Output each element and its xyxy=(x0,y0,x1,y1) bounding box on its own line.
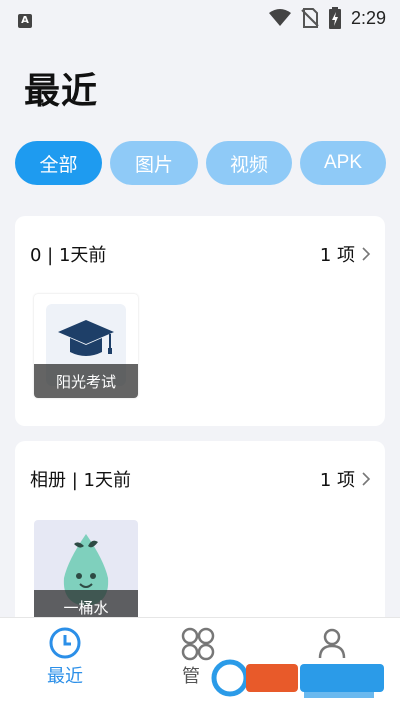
wifi-icon xyxy=(268,9,291,26)
filter-all[interactable]: 全部 xyxy=(15,141,102,185)
battery-charging-icon xyxy=(328,7,341,29)
group-header[interactable]: 相册 | 1天前 1 项 xyxy=(15,441,385,517)
file-name: 阳光考试 xyxy=(34,364,138,398)
a-notification-icon: A xyxy=(18,14,32,28)
clock-time: 2:29 xyxy=(350,7,386,28)
clock-icon xyxy=(49,627,81,659)
chevron-right-icon xyxy=(362,472,371,486)
group-count[interactable]: 1 项 xyxy=(320,466,371,492)
group-title: 0 | 1天前 xyxy=(30,245,107,266)
file-thumbnail[interactable]: 阳光考试 xyxy=(34,294,138,398)
page-title: 最近 xyxy=(24,71,99,112)
group-card: 相册 | 1天前 1 项 一桶水 xyxy=(15,441,385,641)
group-header[interactable]: 0 | 1天前 1 项 xyxy=(15,216,385,292)
filter-images[interactable]: 图片 xyxy=(110,141,198,185)
filter-videos[interactable]: 视频 xyxy=(206,141,292,185)
nav-recent-label: 最近 xyxy=(47,666,83,687)
group-title: 相册 | 1天前 xyxy=(30,470,131,491)
watermark-logo xyxy=(211,659,384,698)
filter-chips: 全部 图片 视频 APK xyxy=(15,141,386,185)
status-bar: A 2:29 xyxy=(0,0,400,36)
chevron-right-icon xyxy=(362,247,371,261)
group-count[interactable]: 1 项 xyxy=(320,241,371,267)
group-count-label: 1 项 xyxy=(319,470,355,491)
nav-recent[interactable]: 最近 xyxy=(15,618,115,701)
no-sim-icon xyxy=(301,8,319,28)
status-left: A xyxy=(18,8,32,28)
filter-apk[interactable]: APK xyxy=(300,141,386,185)
file-thumbnail[interactable]: 一桶水 xyxy=(34,520,138,624)
group-count-label: 1 项 xyxy=(319,245,355,266)
group-card: 0 | 1天前 1 项 阳光考试 xyxy=(15,216,385,426)
status-right: 2:29 xyxy=(268,7,386,29)
